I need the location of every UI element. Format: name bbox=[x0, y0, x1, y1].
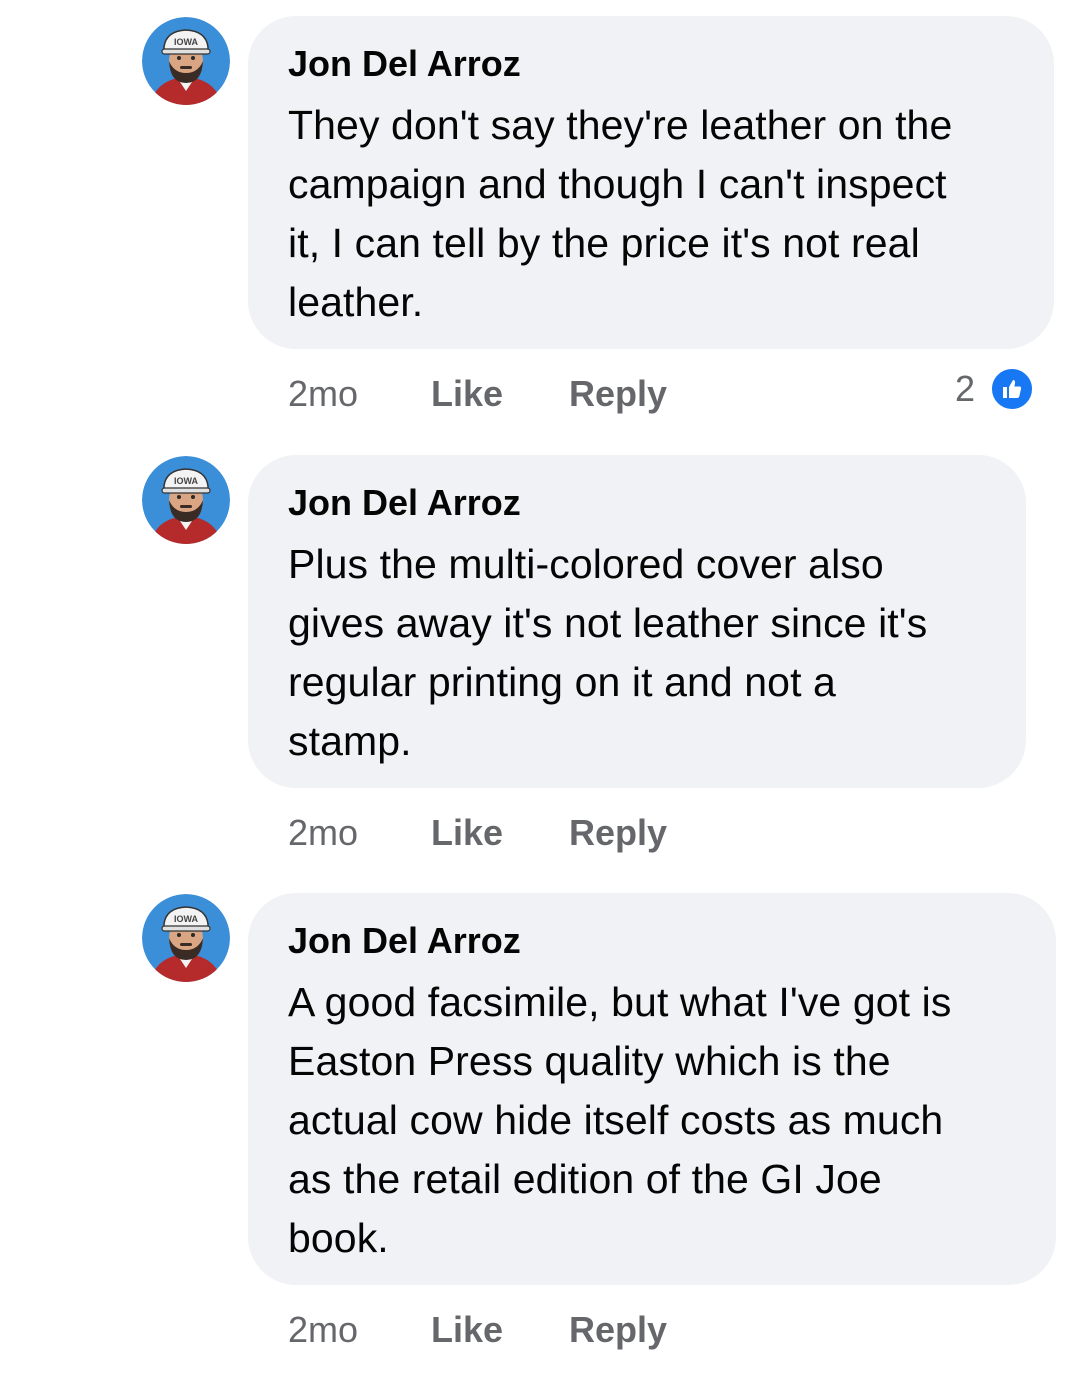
comment-text-line: Easton Press quality which is the bbox=[288, 1038, 891, 1084]
comment-text-line: A good facsimile, but what I've got is bbox=[288, 979, 952, 1025]
avatar[interactable]: IOWA bbox=[142, 456, 230, 544]
comment-bubble[interactable]: Jon Del Arroz They don't say they're lea… bbox=[248, 16, 1054, 349]
avatar-hat-text: IOWA bbox=[174, 476, 198, 486]
comment-author[interactable]: Jon Del Arroz bbox=[288, 44, 1014, 84]
like-button[interactable]: Like bbox=[431, 812, 569, 854]
comment-actions: 2mo Like Reply bbox=[288, 808, 667, 858]
reply-button[interactable]: Reply bbox=[569, 1309, 667, 1351]
avatar-hat-text: IOWA bbox=[174, 914, 198, 924]
comment-text-line: it, I can tell by the price it's not rea… bbox=[288, 220, 920, 266]
comment-author[interactable]: Jon Del Arroz bbox=[288, 483, 986, 523]
comment-text: A good facsimile, but what I've got is E… bbox=[288, 973, 1016, 1268]
reaction-summary[interactable]: 2 bbox=[955, 364, 1035, 414]
comment-text-line: book. bbox=[288, 1215, 389, 1261]
comment-text-line: regular printing on it and not a bbox=[288, 659, 836, 705]
comment-text-line: gives away it's not leather since it's bbox=[288, 600, 928, 646]
reply-button[interactable]: Reply bbox=[569, 812, 667, 854]
avatar-image: IOWA bbox=[142, 17, 230, 105]
comment-text: Plus the multi-colored cover also gives … bbox=[288, 535, 986, 771]
comment-author[interactable]: Jon Del Arroz bbox=[288, 921, 1016, 961]
comment-bubble[interactable]: Jon Del Arroz Plus the multi-colored cov… bbox=[248, 455, 1026, 788]
comment-timestamp[interactable]: 2mo bbox=[288, 1309, 431, 1351]
thumbs-up-icon bbox=[989, 366, 1035, 412]
avatar[interactable]: IOWA bbox=[142, 17, 230, 105]
comment-timestamp[interactable]: 2mo bbox=[288, 812, 431, 854]
comment-bubble[interactable]: Jon Del Arroz A good facsimile, but what… bbox=[248, 893, 1056, 1285]
comment-text-line: stamp. bbox=[288, 718, 412, 764]
comment-text-line: as the retail edition of the GI Joe bbox=[288, 1156, 882, 1202]
like-button[interactable]: Like bbox=[431, 373, 569, 415]
like-button[interactable]: Like bbox=[431, 1309, 569, 1351]
comment-text-line: Plus the multi-colored cover also bbox=[288, 541, 884, 587]
avatar[interactable]: IOWA bbox=[142, 894, 230, 982]
comment-text-line: campaign and though I can't inspect bbox=[288, 161, 947, 207]
comment-text-line: They don't say they're leather on the bbox=[288, 102, 953, 148]
reaction-count: 2 bbox=[954, 368, 975, 409]
comment-text: They don't say they're leather on the ca… bbox=[288, 96, 1014, 332]
comment-actions: 2mo Like Reply bbox=[288, 1305, 667, 1355]
comment-actions: 2mo Like Reply bbox=[288, 369, 667, 419]
comment-text-line: leather. bbox=[288, 279, 424, 325]
comment-text-line: actual cow hide itself costs as much bbox=[288, 1097, 944, 1143]
avatar-image: IOWA bbox=[142, 456, 230, 544]
reply-button[interactable]: Reply bbox=[569, 373, 667, 415]
comment-timestamp[interactable]: 2mo bbox=[288, 373, 431, 415]
avatar-image: IOWA bbox=[142, 894, 230, 982]
avatar-hat-text: IOWA bbox=[174, 37, 198, 47]
